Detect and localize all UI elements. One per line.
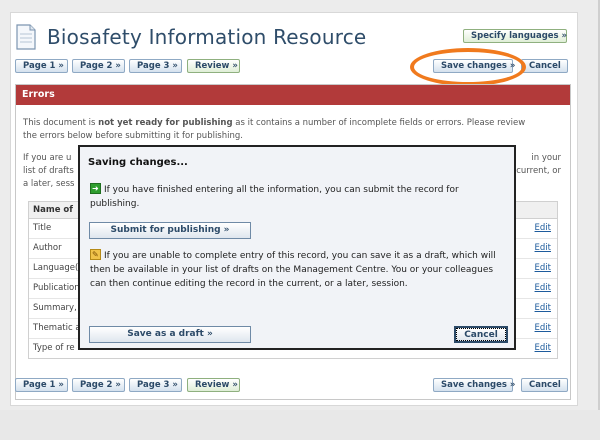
- errors-text: If you are u: [23, 153, 72, 163]
- edit-link[interactable]: Edit: [535, 299, 551, 318]
- cancel-button-bottom[interactable]: Cancel: [521, 378, 568, 392]
- arrow-right-icon: [90, 182, 101, 196]
- review-button-bottom[interactable]: Review »: [187, 378, 240, 392]
- dialog-title: Saving changes...: [88, 157, 188, 168]
- row-label: Publication: [33, 283, 80, 293]
- edit-link[interactable]: Edit: [535, 239, 551, 258]
- highlight-ring: [410, 48, 526, 86]
- row-label: Title: [33, 223, 52, 233]
- submit-for-publishing-button[interactable]: Submit for publishing »: [89, 222, 251, 239]
- dialog-draft-text: If you are unable to complete entry of t…: [90, 248, 510, 291]
- dialog-cancel-button[interactable]: Cancel: [454, 326, 508, 343]
- page-2-button[interactable]: Page 2 »: [72, 59, 125, 73]
- errors-heading: Errors: [16, 85, 570, 105]
- pencil-icon: [90, 248, 101, 262]
- row-label: Author: [33, 243, 62, 253]
- page-3-button[interactable]: Page 3 »: [129, 59, 182, 73]
- row-label: Language(: [33, 263, 79, 273]
- errors-text: as it contains a number of incomplete fi…: [232, 118, 526, 128]
- errors-text: current, or: [516, 166, 561, 176]
- page-2-button-bottom[interactable]: Page 2 »: [72, 378, 125, 392]
- errors-text: This document is: [23, 118, 99, 128]
- edit-link[interactable]: Edit: [535, 279, 551, 298]
- errors-bold-text: not yet ready for publishing: [98, 118, 233, 128]
- edit-link[interactable]: Edit: [535, 319, 551, 338]
- bottom-strip: [0, 410, 600, 440]
- page-title: Biosafety Information Resource: [47, 25, 367, 49]
- dialog-submit-text: If you have finished entering all the in…: [90, 182, 510, 211]
- page-1-button[interactable]: Page 1 »: [15, 59, 68, 73]
- edit-link[interactable]: Edit: [535, 259, 551, 278]
- errors-text: the errors below before submitting it fo…: [23, 131, 243, 141]
- errors-text: list of drafts: [23, 166, 74, 176]
- saving-changes-dialog: Saving changes... If you have finished e…: [78, 145, 516, 350]
- document-icon: [16, 24, 36, 50]
- save-as-draft-button[interactable]: Save as a draft »: [89, 326, 251, 343]
- errors-text: a later, sess: [23, 179, 75, 189]
- errors-message: This document is not yet ready for publi…: [23, 117, 563, 143]
- edit-link[interactable]: Edit: [535, 339, 551, 358]
- dialog-text: If you have finished entering all the in…: [90, 185, 459, 209]
- cancel-button[interactable]: Cancel: [521, 59, 568, 73]
- row-label: Summary,: [33, 303, 77, 313]
- page-3-button-bottom[interactable]: Page 3 »: [129, 378, 182, 392]
- specify-languages-button[interactable]: Specify languages »: [463, 29, 567, 43]
- edit-link[interactable]: Edit: [535, 219, 551, 238]
- page-1-button-bottom[interactable]: Page 1 »: [15, 378, 68, 392]
- row-label: Thematic a: [33, 323, 81, 333]
- row-label: Type of re: [33, 343, 75, 353]
- errors-text: in your: [531, 153, 561, 163]
- save-changes-button-bottom[interactable]: Save changes »: [433, 378, 515, 392]
- review-button[interactable]: Review »: [187, 59, 240, 73]
- dialog-text: If you are unable to complete entry of t…: [90, 251, 496, 289]
